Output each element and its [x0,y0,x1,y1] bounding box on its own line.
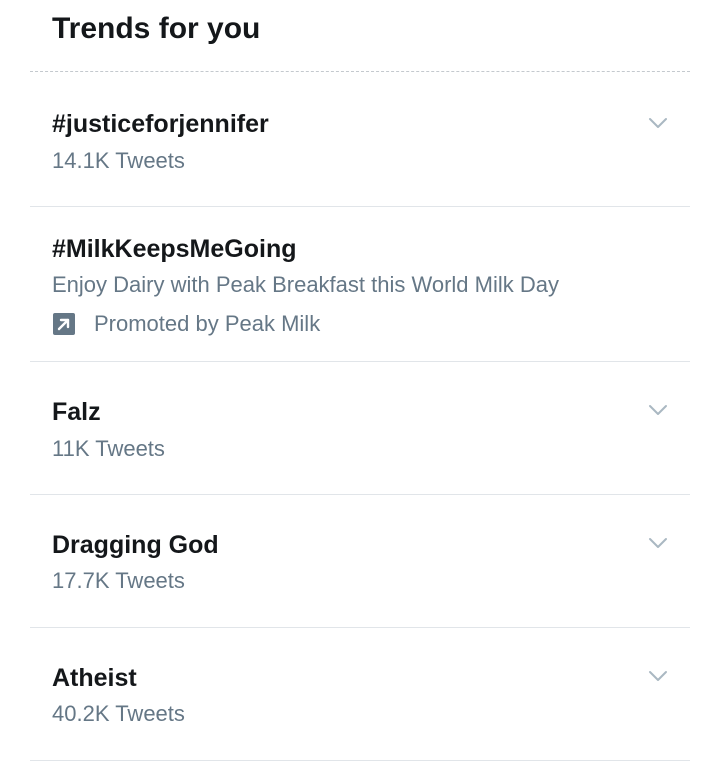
promoted-icon [53,313,75,335]
trend-item[interactable]: #justiceforjennifer 14.1K Tweets [30,72,690,207]
trend-name: Atheist [52,664,137,692]
trend-tweet-count: 17.7K Tweets [52,568,185,593]
trend-tweet-count: 14.1K Tweets [52,148,185,173]
trend-description: Enjoy Dairy with Peak Breakfast this Wor… [52,272,559,297]
trend-name: #justiceforjennifer [52,110,269,138]
trend-item[interactable]: Falz 11K Tweets [30,362,690,495]
chevron-down-icon[interactable] [648,116,668,130]
trend-tweet-count: 40.2K Tweets [52,701,185,726]
promoted-label: Promoted by Peak Milk [94,311,321,336]
trend-name: Dragging God [52,531,219,559]
panel-title: Trends for you [52,12,261,45]
trend-item-promoted[interactable]: #MilkKeepsMeGoing Enjoy Dairy with Peak … [30,207,690,362]
trend-item[interactable]: Atheist 40.2K Tweets [30,628,690,761]
trends-panel: Trends for you #justiceforjennifer 14.1K… [0,0,720,774]
trend-name: Falz [52,398,101,426]
chevron-down-icon[interactable] [648,403,668,417]
trend-tweet-count: 11K Tweets [52,436,165,461]
trend-name: #MilkKeepsMeGoing [52,235,297,263]
promoted-by: Promoted by Peak Milk [52,311,320,337]
chevron-down-icon[interactable] [648,669,668,683]
trend-item[interactable]: Dragging God 17.7K Tweets [30,495,690,628]
chevron-down-icon[interactable] [648,536,668,550]
